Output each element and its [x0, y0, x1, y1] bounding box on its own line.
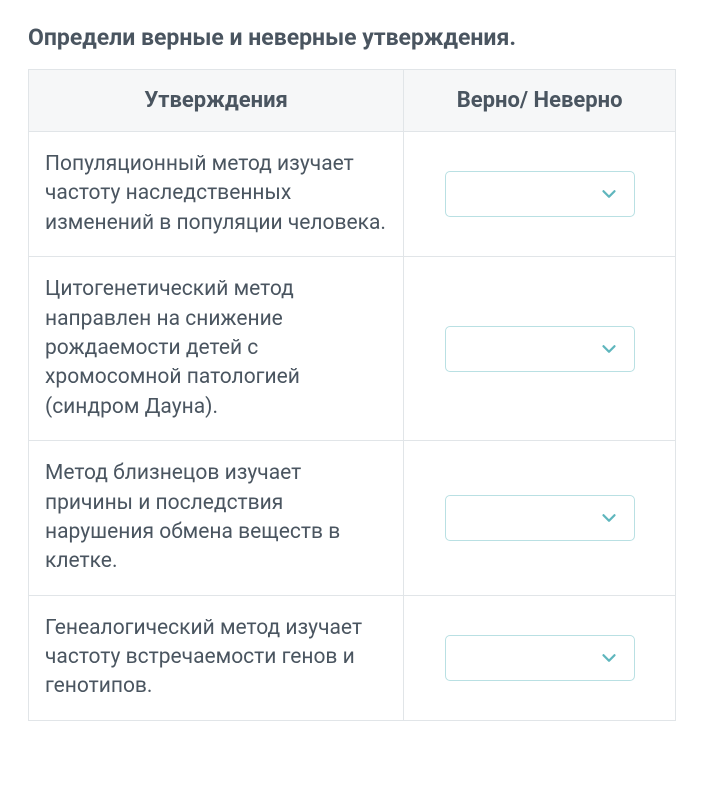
- statement-text: Цитогенетический метод направлен на сниж…: [29, 257, 404, 441]
- header-answer: Верно/ Неверно: [404, 70, 676, 132]
- chevron-down-icon: [598, 338, 620, 360]
- header-statement: Утверждения: [29, 70, 404, 132]
- chevron-down-icon: [598, 507, 620, 529]
- page-title: Определи верные и неверные утверждения.: [28, 24, 676, 51]
- statements-table: Утверждения Верно/ Неверно Популяционный…: [28, 69, 676, 721]
- chevron-down-icon: [598, 647, 620, 669]
- answer-select[interactable]: [445, 171, 635, 217]
- table-row: Метод близнецов изучает причины и послед…: [29, 441, 676, 596]
- table-row: Генеалогический метод изучает частоту вс…: [29, 595, 676, 720]
- table-row: Популяционный метод изучает частоту насл…: [29, 132, 676, 257]
- table-row: Цитогенетический метод направлен на сниж…: [29, 257, 676, 441]
- statement-text: Популяционный метод изучает частоту насл…: [29, 132, 404, 257]
- answer-select[interactable]: [445, 635, 635, 681]
- chevron-down-icon: [598, 183, 620, 205]
- statement-text: Метод близнецов изучает причины и послед…: [29, 441, 404, 596]
- answer-select[interactable]: [445, 326, 635, 372]
- statement-text: Генеалогический метод изучает частоту вс…: [29, 595, 404, 720]
- answer-select[interactable]: [445, 495, 635, 541]
